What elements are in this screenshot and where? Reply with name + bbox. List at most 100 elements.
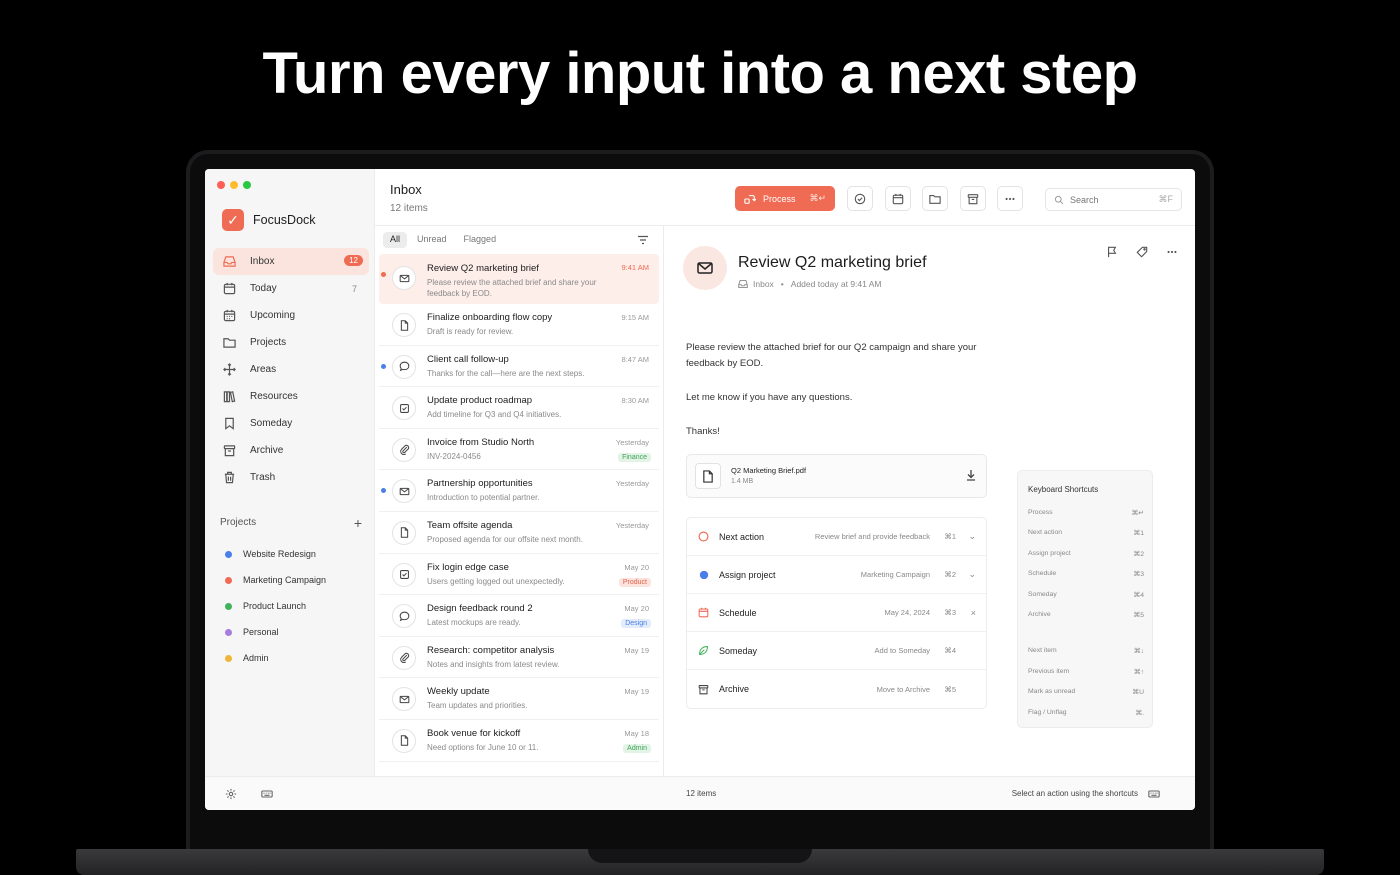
complete-button[interactable] (847, 186, 873, 211)
shortcut-key: ⌘↓ (1133, 648, 1144, 655)
filter-tab-all[interactable]: All (383, 232, 408, 248)
folder-icon (223, 338, 236, 348)
archive-icon (698, 684, 709, 695)
archive-icon (223, 445, 236, 457)
item-time: 8:47 AM (621, 354, 649, 364)
flag-icon (1108, 246, 1117, 258)
item-preview: Introduction to potential partner. (427, 493, 540, 503)
flag-button[interactable] (1097, 246, 1127, 261)
mail-icon (399, 487, 409, 496)
body-paragraph: Thanks! (686, 426, 720, 437)
shortcut-row: Next item ⌘↓ (1028, 647, 1144, 655)
item-time: May 20 (624, 604, 649, 614)
list-item[interactable]: Weekly update Team updates and priorities… (379, 678, 659, 720)
shortcut-key: ⌘U (1132, 689, 1144, 696)
tag-button[interactable] (1127, 246, 1157, 261)
detail-more-button[interactable] (1157, 246, 1187, 261)
detail-title: Review Q2 marketing brief (738, 254, 927, 271)
project-label: Website Redesign (243, 549, 316, 559)
search-input[interactable] (1070, 194, 1150, 205)
projects-label: Projects (220, 517, 257, 528)
action-next-action[interactable]: Next action Review brief and provide fee… (687, 518, 986, 556)
item-time: Yesterday (615, 437, 649, 447)
move-to-project-button[interactable] (922, 186, 948, 211)
inbox-count-badge: 12 (344, 255, 363, 266)
schedule-button[interactable] (885, 186, 911, 211)
message-type-avatar (683, 246, 727, 290)
filter-tab-flagged[interactable]: Flagged (457, 232, 504, 248)
list-item[interactable]: Partnership opportunities Introduction to… (379, 470, 659, 512)
item-title: Weekly update (427, 686, 490, 698)
filter-icon[interactable] (637, 235, 649, 245)
zoom-window-button[interactable] (243, 181, 251, 189)
chevron-down-icon[interactable]: ⌄ (968, 569, 976, 580)
shortcut-label: Schedule (1028, 570, 1057, 577)
sidebar-item-archive[interactable]: Archive (213, 437, 369, 464)
chat-icon (399, 361, 409, 372)
shortcut-row: Previous item ⌘↑ (1028, 668, 1144, 676)
sidebar-item-areas[interactable]: Areas (213, 356, 369, 383)
unread-dot (381, 272, 386, 277)
list-item[interactable]: Invoice from Studio North INV-2024-0456 Ye… (379, 429, 659, 471)
project-item-personal[interactable]: Personal (225, 619, 326, 645)
item-title: Partnership opportunities (427, 478, 533, 490)
sidebar-item-upcoming[interactable]: Upcoming (213, 302, 369, 329)
action-shortcut: ⌘5 (944, 684, 956, 694)
detail-actions (1097, 246, 1187, 261)
list-item[interactable]: Design feedback round 2 Latest mockups ar… (379, 595, 659, 637)
shortcut-row: Assign project ⌘2 (1028, 550, 1144, 558)
search-box[interactable]: ⌘F (1045, 188, 1182, 211)
item-preview: Add timeline for Q3 and Q4 initiatives. (427, 410, 562, 420)
list-item[interactable]: Research: competitor analysis Notes and i… (379, 637, 659, 679)
calendar-icon (892, 193, 904, 204)
item-preview: Need options for June 10 or 11. (427, 742, 539, 752)
clear-schedule-icon[interactable]: × (971, 608, 976, 618)
sidebar-item-someday[interactable]: Someday (213, 410, 369, 437)
item-title: Design feedback round 2 (427, 603, 533, 615)
leaf-icon (698, 645, 709, 656)
item-time: May 18 (624, 728, 649, 738)
list-item[interactable]: Finalize onboarding flow copy Draft is re… (379, 304, 659, 346)
gear-icon[interactable] (225, 788, 237, 800)
minimize-window-button[interactable] (230, 181, 238, 189)
sidebar-item-projects[interactable]: Projects (213, 329, 369, 356)
project-item-website-redesign[interactable]: Website Redesign (225, 541, 326, 567)
project-list: Website Redesign Marketing Campaign Prod… (225, 541, 326, 671)
shortcut-key: ⌘3 (1133, 571, 1144, 578)
project-item-marketing-campaign[interactable]: Marketing Campaign (225, 567, 326, 593)
close-window-button[interactable] (217, 181, 225, 189)
keyboard-icon[interactable] (261, 788, 273, 800)
list-item[interactable]: Client call follow-up Thanks for the call… (379, 346, 659, 388)
sidebar-item-trash[interactable]: Trash (213, 464, 369, 491)
download-icon[interactable] (965, 469, 977, 481)
project-item-product-launch[interactable]: Product Launch (225, 593, 326, 619)
action-schedule[interactable]: Schedule May 24, 2024 ⌘3 × (687, 594, 986, 632)
attachment-card[interactable]: Q2 Marketing Brief.pdf 1.4 MB (686, 454, 987, 498)
action-someday[interactable]: Someday Add to Someday ⌘4 (687, 632, 986, 670)
action-assign-project[interactable]: Assign project Marketing Campaign ⌘2 ⌄ (687, 556, 986, 594)
filter-tab-unread[interactable]: Unread (410, 232, 454, 248)
list-item[interactable]: Update product roadmap Add timeline for Q… (379, 387, 659, 429)
item-count: 12 items (390, 203, 428, 214)
list-item[interactable]: Fix login edge case Users getting logged … (379, 554, 659, 596)
item-title: Fix login edge case (427, 561, 509, 573)
more-options-button[interactable] (997, 186, 1023, 211)
sidebar-item-inbox[interactable]: Inbox 12 (213, 248, 369, 275)
list-item[interactable]: Review Q2 marketing brief Please review t… (379, 254, 659, 304)
project-item-admin[interactable]: Admin (225, 645, 326, 671)
shortcut-row: Someday ⌘4 (1028, 591, 1144, 599)
sidebar-item-resources[interactable]: Resources (213, 383, 369, 410)
item-title: Team offsite agenda (427, 519, 513, 531)
item-time: May 20 (624, 562, 649, 572)
action-archive[interactable]: Archive Move to Archive ⌘5 (687, 670, 986, 708)
archive-button[interactable] (960, 186, 986, 211)
list-item[interactable]: Book venue for kickoff Need options for J… (379, 720, 659, 762)
list-item[interactable]: Team offsite agenda Proposed agenda for o… (379, 512, 659, 554)
chevron-down-icon[interactable]: ⌄ (968, 531, 976, 542)
action-label: Archive (719, 684, 750, 694)
process-button[interactable]: Process ⌘↵ (735, 186, 835, 211)
item-time: May 19 (624, 645, 649, 655)
add-project-button[interactable]: + (354, 515, 362, 531)
today-count: 7 (351, 283, 357, 294)
sidebar-item-today[interactable]: Today 7 (213, 275, 369, 302)
